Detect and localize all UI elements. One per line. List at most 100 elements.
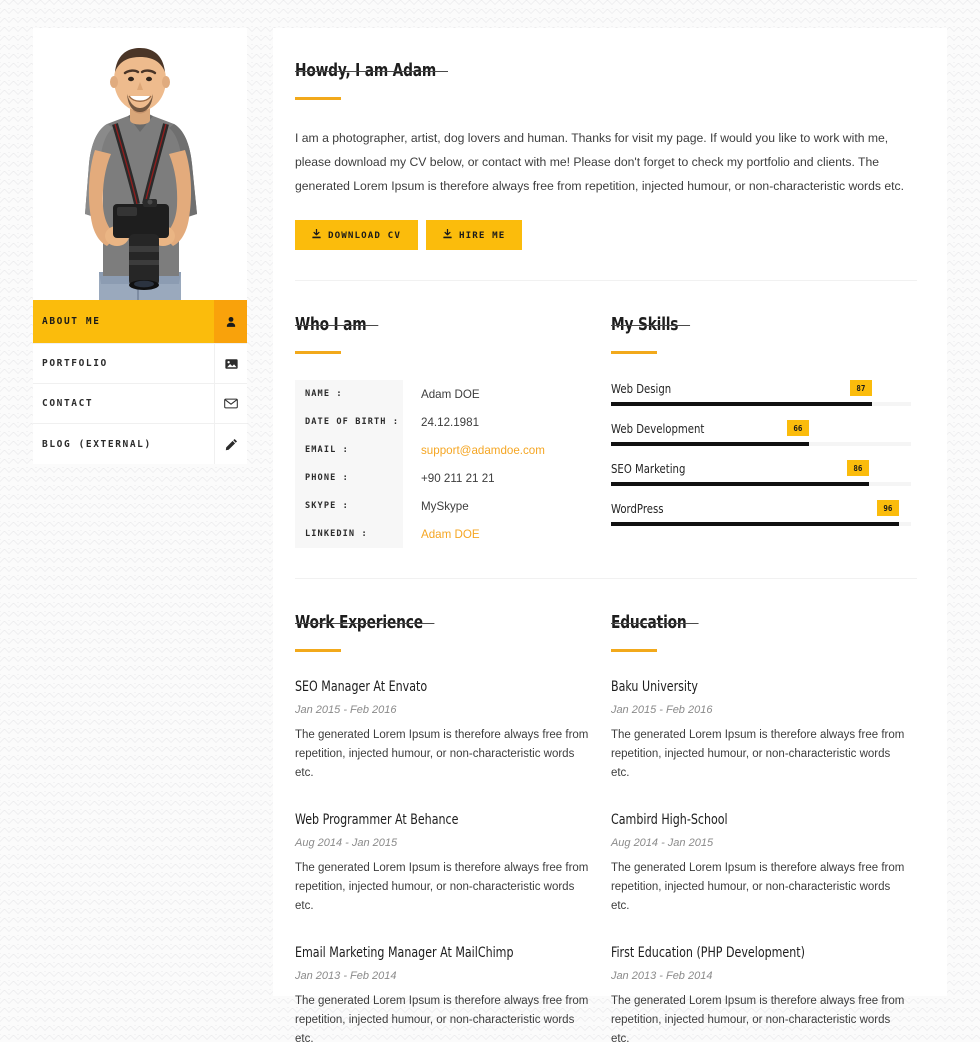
info-key: SKYPE :: [295, 492, 403, 520]
user-icon: [214, 300, 247, 343]
skill-fill: [610, 522, 899, 526]
table-row: LINKEDIN : Adam DOE: [295, 520, 595, 548]
email-link[interactable]: support@adamdoe.com: [403, 436, 595, 464]
skill-label: Web Development: [610, 421, 705, 436]
sidebar-item-label: PORTFOLIO: [42, 358, 108, 369]
info-key: DATE OF BIRTH :: [295, 408, 403, 436]
skill-value-badge: 96: [876, 500, 899, 516]
skills-title: My Skills: [610, 314, 691, 335]
skill-label: Web Design: [610, 381, 672, 396]
entry-description: The generated Lorem Ipsum is therefore a…: [295, 729, 589, 779]
title-underline: [295, 649, 341, 652]
profile-photo: [33, 28, 247, 300]
linkedin-link[interactable]: Adam DOE: [403, 520, 595, 548]
skill-value-badge: 86: [846, 460, 869, 476]
download-icon: [443, 228, 452, 242]
info-key: LINKEDIN :: [295, 520, 403, 548]
info-key: EMAIL :: [295, 436, 403, 464]
download-cv-label: DOWNLOAD CV: [328, 229, 401, 241]
sidebar-item-portfolio[interactable]: PORTFOLIO: [33, 344, 247, 384]
sidebar-item-label: BLOG (EXTERNAL): [42, 438, 152, 450]
sidebar-card: ABOUT ME PORTFOLIO CONTACT BLOG (EXTERNA…: [33, 28, 247, 464]
resume-row: Work Experience SEO Manager At Envato Ja…: [295, 579, 917, 1042]
education-title: Education: [610, 612, 699, 633]
title-underline: [295, 351, 341, 354]
entry-description: The generated Lorem Ipsum is therefore a…: [610, 862, 905, 912]
skill-track: 66: [610, 420, 911, 446]
skill-value-badge: 87: [849, 380, 872, 396]
sidebar-item-blog[interactable]: BLOG (EXTERNAL): [33, 424, 247, 464]
entry-title: First Education (PHP Development): [610, 945, 805, 961]
photographer-portrait-illustration: [33, 28, 247, 300]
table-row: PHONE : +90 211 21 21: [295, 464, 595, 492]
page-title: Howdy, I am Adam: [295, 60, 448, 81]
entry-description: The generated Lorem Ipsum is therefore a…: [610, 729, 905, 779]
table-row: SKYPE : MySkype: [295, 492, 595, 520]
skill-fill: [610, 482, 869, 486]
who-i-am-section: Who I am NAME : Adam DOE DATE OF BIRTH :…: [295, 281, 611, 548]
info-value: 24.12.1981: [421, 415, 480, 429]
hire-me-button[interactable]: HIRE ME: [425, 220, 523, 250]
skill-item: SEO Marketing 86: [610, 460, 917, 486]
work-header: Work Experience: [295, 612, 611, 652]
skills-header: My Skills: [610, 314, 917, 354]
envelope-icon: [214, 384, 247, 423]
intro-header: Howdy, I am Adam: [295, 60, 917, 100]
entry-date: Jan 2013 - Feb 2014: [610, 970, 713, 982]
intro-button-row: DOWNLOAD CV HIRE ME: [295, 220, 917, 250]
list-item: SEO Manager At Envato Jan 2015 - Feb 201…: [295, 678, 611, 783]
entry-title: Email Marketing Manager At MailChimp: [295, 945, 514, 961]
personal-info-table: NAME : Adam DOE DATE OF BIRTH : 24.12.19…: [295, 380, 595, 548]
entry-date: Aug 2014 - Jan 2015: [610, 837, 714, 849]
skill-track: 96: [610, 500, 911, 526]
education-header: Education: [610, 612, 917, 652]
hire-me-label: HIRE ME: [458, 229, 506, 241]
entry-title: Baku University: [610, 679, 698, 695]
entry-date: Jan 2015 - Feb 2016: [610, 704, 713, 716]
info-key: NAME :: [295, 380, 403, 408]
info-value: MySkype: [421, 499, 469, 513]
info-key: PHONE :: [295, 464, 403, 492]
sidebar-item-label: ABOUT ME: [42, 316, 101, 327]
info-value: +90 211 21 21: [421, 471, 495, 485]
download-cv-button[interactable]: DOWNLOAD CV: [295, 220, 418, 250]
entry-date: Jan 2013 - Feb 2014: [295, 970, 397, 982]
skill-label: WordPress: [610, 501, 664, 516]
who-i-am-header: Who I am: [295, 314, 611, 354]
sidebar-menu: ABOUT ME PORTFOLIO CONTACT BLOG (EXTERNA…: [33, 300, 247, 464]
title-underline: [610, 649, 657, 652]
download-icon: [312, 228, 321, 242]
list-item: Cambird High-School Aug 2014 - Jan 2015 …: [611, 811, 917, 916]
info-value: Adam DOE: [421, 387, 480, 401]
sidebar-item-contact[interactable]: CONTACT: [33, 384, 247, 424]
entry-date: Jan 2015 - Feb 2016: [295, 704, 397, 716]
list-item: Email Marketing Manager At MailChimp Jan…: [295, 944, 611, 1042]
title-underline: [610, 351, 657, 354]
sidebar-item-label: CONTACT: [42, 398, 94, 409]
sidebar-item-about-me[interactable]: ABOUT ME: [33, 300, 247, 344]
who-i-am-title: Who I am: [295, 314, 379, 335]
list-item: Baku University Jan 2015 - Feb 2016 The …: [611, 678, 917, 783]
skill-fill: [610, 402, 872, 406]
table-row: NAME : Adam DOE: [295, 380, 595, 408]
education-section: Education Baku University Jan 2015 - Feb…: [610, 579, 917, 1042]
skill-item: Web Design 87: [610, 380, 917, 406]
work-title: Work Experience: [295, 612, 436, 633]
entry-title: SEO Manager At Envato: [295, 679, 428, 695]
work-experience-section: Work Experience SEO Manager At Envato Ja…: [295, 579, 611, 1042]
skill-track: 86: [610, 460, 911, 486]
entry-description: The generated Lorem Ipsum is therefore a…: [295, 862, 589, 912]
skill-label: SEO Marketing: [610, 461, 686, 476]
skill-track: 87: [610, 380, 911, 406]
entry-title: Cambird High-School: [610, 812, 728, 828]
skill-value-badge: 66: [786, 420, 809, 436]
title-underline: [295, 97, 341, 100]
skill-item: Web Development 66: [610, 420, 917, 446]
entry-date: Aug 2014 - Jan 2015: [295, 837, 398, 849]
skills-section: My Skills Web Design 87 Web Development …: [610, 281, 917, 548]
list-item: First Education (PHP Development) Jan 20…: [611, 944, 917, 1042]
image-icon: [214, 344, 247, 383]
content-card: Howdy, I am Adam I am a photographer, ar…: [273, 28, 947, 1042]
entry-description: The generated Lorem Ipsum is therefore a…: [295, 995, 589, 1042]
entry-description: The generated Lorem Ipsum is therefore a…: [610, 995, 905, 1042]
